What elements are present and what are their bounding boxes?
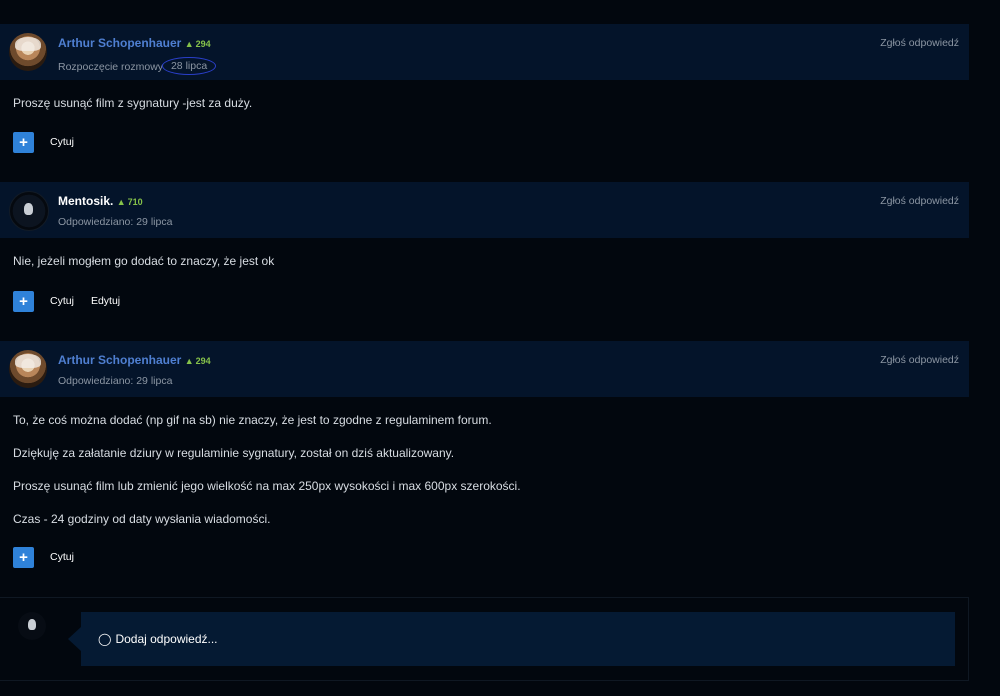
avatar [18,612,46,640]
avatar[interactable] [9,191,49,231]
post-actions: + Cytuj [13,546,91,568]
post-1: Arthur Schopenhauer ▲ 294 Rozpoczęcie roz… [0,24,969,153]
post-meta: Odpowiedziano: 29 lipca [58,216,173,228]
plus-button[interactable]: + [13,290,34,312]
report-link[interactable]: Zgłoś odpowiedź [880,37,959,49]
author-line: Mentosik. ▲ 710 [58,194,143,208]
post-2: Mentosik. ▲ 710 Odpowiedziano: 29 lipca Z… [0,182,969,312]
plus-button[interactable]: + [13,546,34,568]
reputation-count: 710 [127,197,143,207]
post-paragraph: Nie, jeżeli mogłem go dodać to znaczy, ż… [13,254,275,268]
post-paragraph: Dziękuję za załatanie dziury w regulamin… [13,446,455,460]
reputation-count: 294 [195,39,211,49]
reply-placeholder: Dodaj odpowiedź... [115,632,218,646]
reply-arrow [68,627,81,651]
quote-button[interactable]: Cytuj [50,295,74,307]
post-3: Arthur Schopenhauer ▲ 294 Odpowiedziano: … [0,341,969,568]
meta-prefix: Rozpoczęcie rozmowy [58,61,164,73]
thumbs-up-icon: ▲ [184,39,194,49]
avatar[interactable] [9,33,47,71]
reputation-count: 294 [195,356,211,366]
post-paragraph: To, że coś można dodać (np gif na sb) ni… [13,413,492,427]
post-body: Nie, jeżeli mogłem go dodać to znaczy, ż… [13,254,274,287]
post-paragraph: Proszę usunąć film lub zmienić jego wiel… [13,479,521,493]
post-body: To, że coś można dodać (np gif na sb) ni… [13,413,521,545]
author-name[interactable]: Arthur Schopenhauer [58,36,181,50]
reply-box: ◯ Dodaj odpowiedź... [0,597,969,681]
post-body: Proszę usunąć film z sygnatury -jest za … [13,96,252,129]
author-name[interactable]: Mentosik. [58,194,113,208]
forum-thread: Arthur Schopenhauer ▲ 294 Rozpoczęcie roz… [0,0,1000,696]
post-date[interactable]: 28 lipca [161,57,217,75]
post-actions: + Cytuj Edytuj [13,290,137,312]
report-link[interactable]: Zgłoś odpowiedź [880,354,959,366]
report-link[interactable]: Zgłoś odpowiedź [880,195,959,207]
author-line: Arthur Schopenhauer ▲ 294 [58,353,211,367]
plus-button[interactable]: + [13,131,34,153]
author-name[interactable]: Arthur Schopenhauer [58,353,181,367]
post-header: Mentosik. ▲ 710 Odpowiedziano: 29 lipca Z… [0,182,969,238]
thumbs-up-icon: ▲ [116,197,126,207]
post-header: Arthur Schopenhauer ▲ 294 Odpowiedziano: … [0,341,969,397]
post-paragraph: Proszę usunąć film z sygnatury -jest za … [13,96,253,110]
avatar[interactable] [9,350,47,388]
post-meta: Rozpoczęcie rozmowy 28 lipca [58,57,217,76]
edit-button[interactable]: Edytuj [91,295,120,307]
post-meta: Odpowiedziano: 29 lipca [58,375,173,387]
post-header: Arthur Schopenhauer ▲ 294 Rozpoczęcie roz… [0,24,969,80]
quote-button[interactable]: Cytuj [50,136,74,148]
post-actions: + Cytuj [13,131,91,153]
quote-button[interactable]: Cytuj [50,551,74,563]
thumbs-up-icon: ▲ [184,356,194,366]
reply-input[interactable]: ◯ Dodaj odpowiedź... [81,612,955,666]
post-paragraph: Czas - 24 godziny od daty wysłania wiado… [13,512,271,526]
speech-bubble-icon: ◯ [98,632,112,646]
author-line: Arthur Schopenhauer ▲ 294 [58,36,211,50]
